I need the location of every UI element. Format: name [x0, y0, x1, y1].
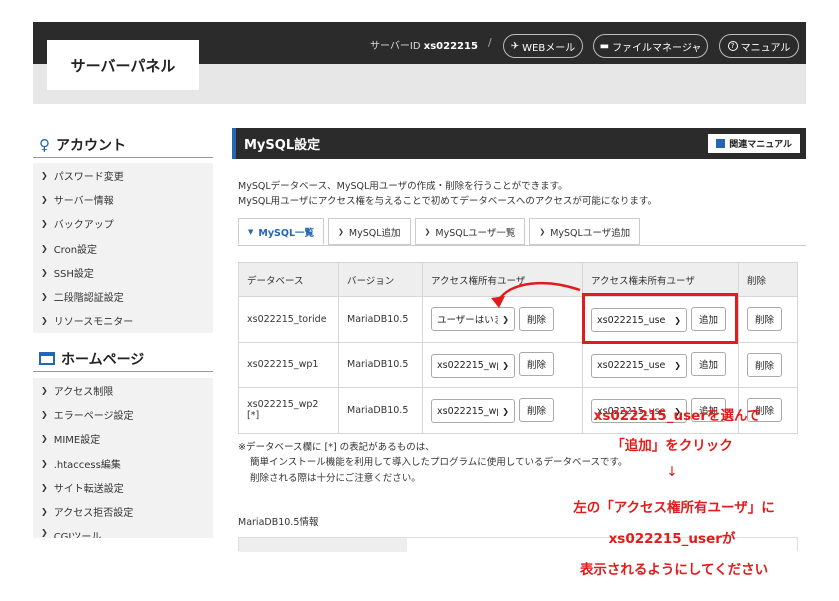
chevron-down-icon: ❯ — [502, 406, 509, 416]
add-user-button[interactable]: 追加 — [691, 352, 727, 376]
chevron-right-icon: ❯ — [41, 458, 48, 468]
chevron-right-icon: ❯ — [41, 243, 48, 253]
sidebar-item-server-info[interactable]: ❯ サーバー情報 — [33, 187, 213, 211]
chevron-down-icon: ▼ — [248, 227, 254, 236]
tab-divider — [238, 245, 806, 246]
chevron-right-icon: ❯ — [41, 482, 48, 492]
annotation-arrow-down: ↓ — [666, 464, 678, 480]
sidebar-item-cgi[interactable]: ❯ CGIツール — [33, 524, 213, 538]
tab-mysql-add[interactable]: ❯ MySQL追加 — [328, 218, 411, 245]
sidebar-item-backup[interactable]: ❯ バックアップ — [33, 212, 213, 236]
remove-owner-button[interactable]: 削除 — [519, 352, 555, 376]
sidebar-homepage-list: ❯ アクセス制限 ❯ エラーページ設定 ❯ MIME設定 ❯ .htaccess編集 ❯… — [33, 378, 213, 538]
help-icon: ? — [727, 41, 738, 51]
chevron-right-icon: ❯ — [539, 227, 546, 236]
annotation-line-6: 表示されるようにしてください — [579, 562, 769, 578]
book-icon — [716, 139, 726, 148]
sidebar-item-ssh[interactable]: ❯ SSH設定 — [33, 260, 213, 284]
delete-cell: 削除 — [738, 296, 798, 343]
note-line-3: 削除される際は十分にご注意ください。 — [250, 473, 421, 484]
folder-icon: ▬ — [599, 40, 610, 52]
related-manual-button[interactable]: 関連マニュアル — [708, 134, 800, 153]
user-icon: ♀ — [39, 135, 50, 154]
tab-mysql-list[interactable]: ▼ MySQL一覧 — [238, 218, 325, 245]
db-name: xs022215_toride — [238, 296, 339, 343]
sidebar-item-error-page[interactable]: ❯ エラーページ設定 — [33, 402, 213, 426]
sidebar-item-cron[interactable]: ❯ Cron設定 — [33, 236, 213, 260]
sidebar-heading-homepage: ホームページ — [33, 346, 213, 372]
sidebar-item-htaccess[interactable]: ❯ .htaccess編集 — [33, 451, 213, 475]
note-line-2: 簡単インストール機能を利用して導入したプログラムに使用しているデータベースです。 — [250, 457, 628, 468]
table-row: xs022215_wp1 MariaDB10.5 xs022215_wp1❯削除… — [238, 341, 798, 388]
col-nonowner-users: アクセス権未所有ユーザ — [582, 262, 739, 297]
chevron-right-icon: ❯ — [424, 227, 431, 236]
chevron-right-icon: ❯ — [41, 434, 48, 444]
chevron-right-icon: ❯ — [41, 316, 48, 326]
chevron-down-icon: ❯ — [674, 361, 681, 370]
chevron-right-icon: ❯ — [41, 527, 48, 537]
remove-owner-button[interactable]: 削除 — [519, 397, 555, 422]
tab-mysql-user-list[interactable]: ❯ MySQLユーザ一覧 — [414, 218, 526, 245]
mariadb-info-heading: MariaDB10.5情報 — [238, 517, 319, 528]
sidebar-item-2fa[interactable]: ❯ 二段階認証設定 — [33, 284, 213, 308]
description-line-2: MySQL用ユーザにアクセス権を与えることで初めてデータベースへのアクセスが可能… — [238, 196, 657, 207]
delete-db-button[interactable]: 削除 — [747, 352, 783, 377]
description-line-1: MySQLデータベース、MySQL用ユーザの作成・削除を行うことができます。 — [238, 181, 568, 192]
col-version: バージョン — [338, 262, 423, 297]
delete-cell: 削除 — [738, 341, 798, 388]
chevron-right-icon: ❯ — [41, 194, 48, 204]
sidebar-item-resource-monitor[interactable]: ❯ リソースモニター — [33, 309, 213, 333]
page-title: MySQL設定 — [244, 138, 321, 153]
send-icon: ✈ — [510, 40, 520, 52]
db-version: MariaDB10.5 — [338, 341, 423, 388]
db-name: xs022215_wp2 [*] — [238, 387, 339, 434]
server-id: サーバーID xs022215 — [370, 41, 478, 52]
tab-bar: ▼ MySQL一覧 ❯ MySQL追加 ❯ MySQLユーザ一覧 ❯ MySQLユーザ追… — [238, 218, 641, 246]
owner-cell: xs022215_wp1❯削除 — [422, 341, 583, 388]
nonowner-user-select[interactable]: xs022215_use ❯ — [591, 353, 687, 378]
sidebar-account-list: ❯ パスワード変更 ❯ サーバー情報 ❯ バックアップ ❯ Cron設定 ❯ SSH設定 … — [33, 163, 213, 334]
chevron-right-icon: ❯ — [41, 409, 48, 419]
tab-mysql-user-add[interactable]: ❯ MySQLユーザ追加 — [529, 218, 641, 245]
annotation-line-1: xs022215_userを選んで — [593, 408, 761, 424]
manual-button[interactable]: ? マニュアル — [719, 34, 799, 58]
page-title-bar: MySQL設定 関連マニュアル — [232, 128, 806, 159]
mariadb-info-header-cell — [239, 538, 407, 552]
db-name: xs022215_wp1 — [238, 341, 339, 388]
delete-db-button[interactable]: 削除 — [747, 307, 783, 332]
chevron-right-icon: ❯ — [41, 292, 48, 302]
sidebar-item-password[interactable]: ❯ パスワード変更 — [33, 163, 213, 187]
chevron-right-icon: ❯ — [338, 227, 344, 236]
chevron-right-icon: ❯ — [41, 219, 48, 229]
chevron-down-icon: ❯ — [502, 361, 509, 370]
nonowner-cell: xs022215_use ❯ 追加 — [582, 341, 739, 388]
sidebar-item-site-redirect[interactable]: ❯ サイト転送設定 — [33, 475, 213, 499]
sidebar-heading-account: ♀ アカウント — [33, 132, 213, 158]
db-version: MariaDB10.5 — [338, 387, 423, 434]
note-line-1: ※データベース欄に [*] の表記があるものは、 — [238, 442, 435, 453]
db-version: MariaDB10.5 — [338, 296, 423, 343]
sidebar-item-access-deny[interactable]: ❯ アクセス拒否設定 — [33, 499, 213, 523]
curved-arrow-icon — [491, 281, 581, 308]
chevron-right-icon: ❯ — [41, 170, 48, 180]
annotation-line-2: 「追加」をクリック — [611, 438, 733, 454]
annotation-line-4: 左の「アクセス権所有ユーザ」に — [573, 500, 775, 516]
owner-user-select[interactable]: xs022215_wp1❯ — [431, 353, 515, 378]
owner-user-select[interactable]: xs022215_wp2❯ — [431, 399, 515, 423]
col-delete: 削除 — [738, 262, 798, 297]
sidebar-item-access-limit[interactable]: ❯ アクセス制限 — [33, 378, 213, 402]
highlight-box — [582, 293, 738, 344]
file-manager-button[interactable]: ▬ ファイルマネージャ — [593, 34, 708, 58]
owner-cell: xs022215_wp2❯削除 — [422, 387, 583, 434]
webmail-button[interactable]: ✈ WEBメール — [503, 34, 583, 58]
logo[interactable]: サーバーパネル — [47, 40, 199, 90]
sidebar-item-mime[interactable]: ❯ MIME設定 — [33, 427, 213, 451]
col-database: データベース — [238, 262, 339, 297]
chevron-right-icon: ❯ — [41, 385, 48, 395]
chevron-right-icon: ❯ — [41, 507, 48, 517]
chevron-right-icon: ❯ — [41, 267, 48, 277]
annotation-line-5: xs022215_userが — [608, 531, 736, 547]
window-icon — [39, 352, 55, 365]
header-separator: / — [488, 36, 492, 49]
